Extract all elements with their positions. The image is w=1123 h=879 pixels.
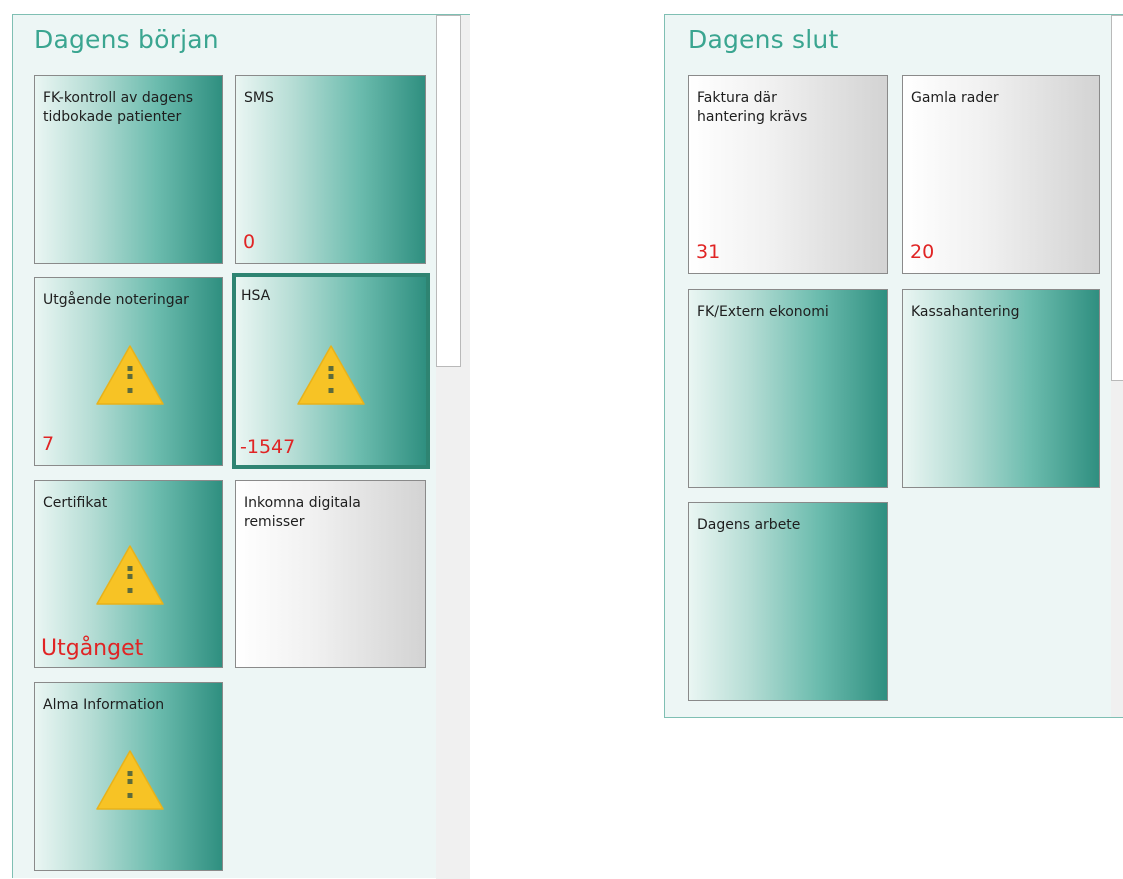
tile-fk-kontroll[interactable]: FK-kontroll av dagens tidbokade patiente… [34, 75, 223, 264]
tile-kassahantering[interactable]: Kassahantering [902, 289, 1100, 488]
tile-count: 0 [243, 231, 256, 253]
tile-certifikat[interactable]: Certifikat Utgånget [34, 480, 223, 668]
warning-icon [95, 344, 165, 406]
tile-dagens-arbete[interactable]: Dagens arbete [688, 502, 888, 701]
tile-label: FK/Extern ekonomi [697, 304, 829, 320]
tile-hsa[interactable]: HSA -1547 [232, 273, 430, 469]
warning-icon [95, 749, 165, 811]
warning-icon [95, 544, 165, 606]
tile-label: Dagens arbete [697, 517, 801, 533]
tile-faktura-hantering[interactable]: Faktura där hantering krävs 31 [688, 75, 888, 274]
panel-title: Dagens början [34, 25, 219, 54]
tile-fk-extern-ekonomi[interactable]: FK/Extern ekonomi [688, 289, 888, 488]
tile-label: FK-kontroll av dagens tidbokade patiente… [43, 90, 194, 125]
tile-count: -1547 [240, 436, 296, 458]
tile-utgaende-noteringar[interactable]: Utgående noteringar 7 [34, 277, 223, 466]
tile-label: Inkomna digitala remisser [244, 495, 361, 530]
tile-label: Certifikat [43, 495, 108, 511]
tile-label: Alma Information [43, 697, 165, 713]
tile-count: 7 [42, 433, 55, 455]
tile-label: SMS [244, 90, 274, 106]
tile-sms[interactable]: SMS 0 [235, 75, 426, 264]
tile-status: Utgånget [41, 636, 144, 661]
tile-label: Kassahantering [911, 304, 1020, 320]
tile-gamla-rader[interactable]: Gamla rader 20 [902, 75, 1100, 274]
tile-label: Faktura där hantering krävs [697, 90, 808, 125]
vertical-scrollbar[interactable] [1111, 15, 1123, 717]
tile-label: Utgående noteringar [43, 292, 189, 308]
panel-dagens-borjan: Dagens början FK-kontroll av dagens tidb… [12, 14, 470, 879]
warning-icon [296, 344, 366, 406]
tile-label: Gamla rader [911, 90, 999, 106]
scrollbar-thumb[interactable] [1111, 15, 1123, 381]
scrollbar-thumb[interactable] [436, 15, 461, 367]
panel-dagens-slut: Dagens slut Faktura där hantering krävs … [664, 14, 1123, 718]
tile-inkomna-digitala-remisser[interactable]: Inkomna digitala remisser [235, 480, 426, 668]
panel-title: Dagens slut [688, 25, 839, 54]
tile-count: 20 [910, 241, 935, 263]
vertical-scrollbar[interactable] [436, 15, 470, 879]
tile-alma-information[interactable]: Alma Information [34, 682, 223, 871]
tile-label: HSA [241, 288, 271, 304]
tile-count: 31 [696, 241, 721, 263]
